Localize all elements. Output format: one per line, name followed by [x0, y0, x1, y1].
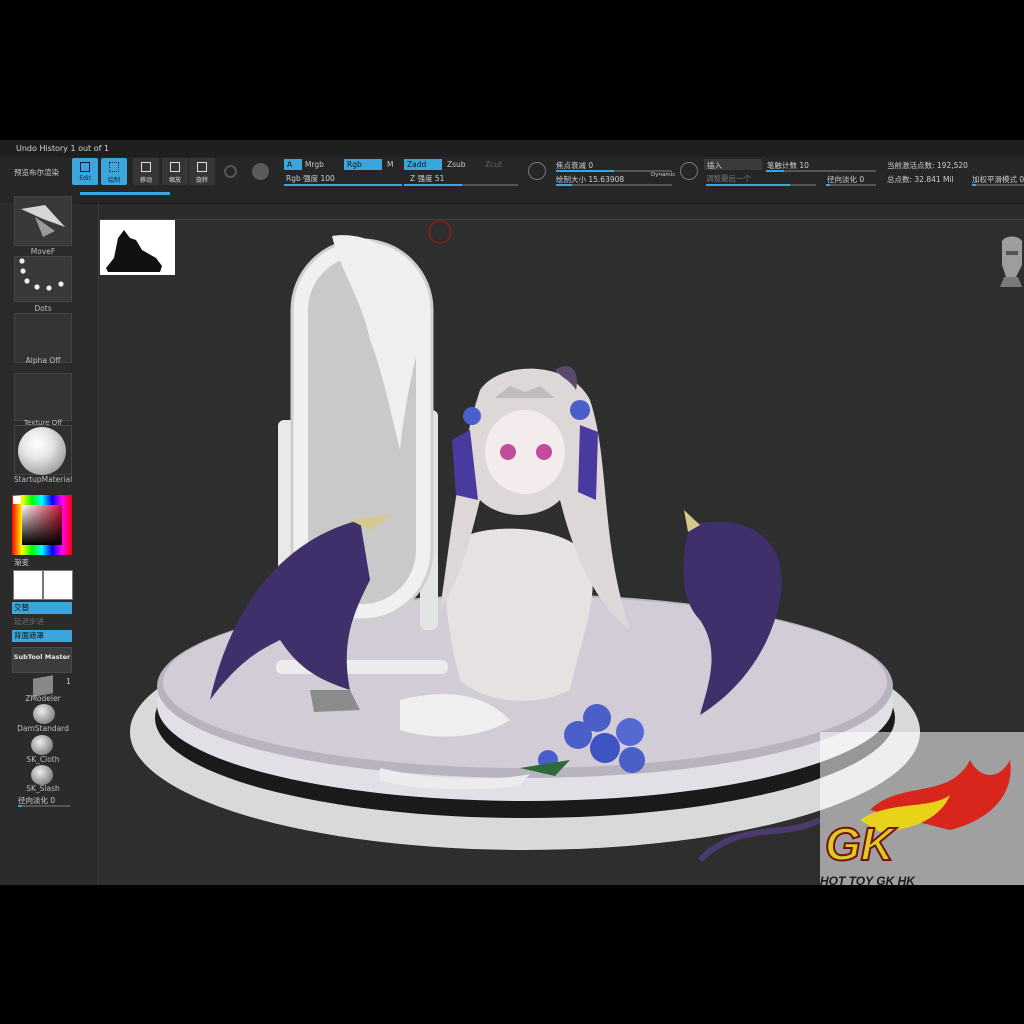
color-picker-hue[interactable] [12, 495, 72, 555]
stroke-slot[interactable] [14, 256, 72, 302]
letterbox-top [0, 0, 1024, 140]
dots-stroke-icon [19, 258, 64, 291]
hair-flower-left [463, 407, 481, 425]
brush-slot[interactable] [14, 196, 72, 246]
move-button[interactable]: 移动 [133, 158, 159, 185]
figure-right-ribbon [578, 425, 598, 500]
dot-icon[interactable] [680, 162, 698, 180]
figure-face [485, 410, 565, 494]
zmodeler-count: 1 [66, 677, 71, 686]
delay-step-label[interactable]: 延迟步进 [14, 616, 44, 627]
draw-size-track[interactable] [556, 184, 672, 186]
top-toolbar: 预览布尔渲染 Edit 绘制 移动 缩放 旋转 A Mrgb Rgb M Rgb… [0, 157, 1024, 204]
adjust-last-button[interactable]: 调整最后一个 [706, 173, 751, 184]
tray-divider [98, 203, 99, 885]
total-points-readout: 总点数: 32.841 Mil [887, 175, 954, 184]
gk-watermark-brand: GK [825, 818, 897, 870]
edit-button[interactable]: Edit [72, 158, 98, 185]
sk-cloth-brush-icon[interactable] [31, 735, 53, 755]
radial-fade-track[interactable] [826, 184, 876, 186]
gk-watermark-tagline: HOT TOY GK HK [820, 874, 916, 885]
hair-flower-right [570, 400, 590, 420]
title-bar: Undo History 1 out of 1 [0, 140, 1024, 157]
damstandard-brush-icon[interactable] [33, 704, 55, 724]
material-name-label: StartupMaterial [13, 475, 73, 484]
zsub-button[interactable]: Zsub [444, 159, 480, 170]
sk-slash-label: SK_Slash [26, 784, 60, 793]
m-button[interactable]: M [384, 159, 398, 170]
texture-slot[interactable] [14, 373, 72, 421]
primary-color-swatch[interactable] [13, 570, 43, 600]
mrgb-button[interactable]: Mrgb [302, 159, 340, 170]
stroke-name-label: Dots [34, 304, 52, 313]
letterbox-bottom [0, 885, 1024, 1024]
sk-slash-brush-icon[interactable] [31, 765, 53, 785]
sk-cloth-label: SK_Cloth [26, 755, 60, 764]
active-points-readout: 当前激活点数: 192,520 [887, 161, 968, 170]
gradient-label[interactable]: 渐变 [14, 557, 29, 568]
subtool-master-button[interactable]: SubTool Master [12, 647, 72, 673]
backface-mask-button[interactable]: 背面遮罩 [12, 630, 72, 642]
zcut-button[interactable]: Zcut [482, 159, 518, 170]
scale-button[interactable]: 缩放 [162, 158, 188, 185]
preview-boolean-render-button[interactable]: 预览布尔渲染 [14, 167, 59, 178]
draw-button[interactable]: 绘制 [101, 158, 127, 185]
brush-cursor-icon [428, 220, 452, 244]
progress-indicator [80, 192, 170, 195]
stroke-count-track[interactable] [766, 170, 876, 172]
draw-icon [109, 162, 119, 172]
weighted-smooth-track[interactable] [972, 184, 1024, 186]
zbrush-window: Undo History 1 out of 1 预览布尔渲染 Edit 绘制 移… [0, 140, 1024, 885]
brush-name-label: MoveF [30, 247, 56, 256]
figure-dress [445, 528, 593, 701]
alpha-name-label: Alpha Off [25, 356, 61, 365]
main-color-swatch[interactable] [13, 496, 21, 504]
undo-history-label[interactable]: Undo History 1 out of 1 [16, 144, 109, 153]
zmodeler-label: ZModeler [25, 694, 61, 703]
switch-color-button[interactable]: 交替 [12, 602, 72, 614]
spin-icon[interactable] [224, 165, 237, 178]
damstandard-label: DamStandard [17, 724, 69, 733]
secondary-color-swatch[interactable] [43, 570, 73, 600]
figure-right-eye [536, 444, 552, 460]
dynamic-toggle[interactable]: Dynamic [651, 172, 675, 178]
radial-fade-left-track[interactable] [18, 805, 70, 807]
material-slot[interactable] [14, 425, 72, 475]
rgb-button[interactable]: Rgb [344, 159, 382, 170]
orientation-head-icon[interactable] [998, 235, 1024, 287]
perspective-icon[interactable] [252, 163, 269, 180]
left-tray: MoveF Dots Alpha Off Texture Off Startup… [0, 196, 78, 885]
edit-icon [80, 162, 90, 172]
lazy-mouse-icon[interactable] [528, 162, 546, 180]
sculpt-viewport[interactable]: GK HOT TOY GK HK [100, 220, 1024, 885]
zadd-button[interactable]: Zadd [404, 159, 442, 170]
a-button[interactable]: A [284, 159, 302, 170]
rotate-icon [197, 162, 207, 172]
movef-brush-icon [21, 205, 65, 237]
insert-dropdown[interactable]: 插入 [704, 159, 762, 170]
z-intensity-slider[interactable]: Z 强度 51 [410, 173, 444, 184]
z-intensity-track[interactable] [404, 184, 518, 186]
figure-left-eye [500, 444, 516, 460]
rgb-intensity-slider[interactable]: Rgb 强度 100 [286, 173, 335, 184]
adjust-last-track[interactable] [706, 184, 816, 186]
document-canvas[interactable]: GK HOT TOY GK HK [100, 220, 1024, 885]
material-sphere-icon [18, 427, 66, 475]
color-picker-square[interactable] [22, 505, 62, 545]
move-icon [141, 162, 151, 172]
scale-icon [170, 162, 180, 172]
rotate-button[interactable]: 旋转 [189, 158, 215, 185]
rgb-intensity-track[interactable] [284, 184, 402, 186]
